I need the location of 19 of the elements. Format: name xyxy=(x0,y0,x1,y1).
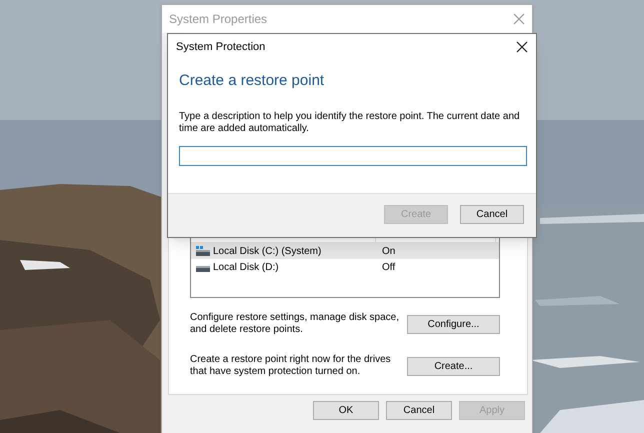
protection-status: Off xyxy=(381,260,396,274)
action-button[interactable]: Configure... xyxy=(407,314,500,334)
dialog-title: System Protection xyxy=(176,40,266,55)
description-field[interactable] xyxy=(179,146,527,166)
dialog-button[interactable]: Cancel xyxy=(386,401,452,420)
action-button[interactable]: Create... xyxy=(407,356,500,376)
dialog-button[interactable]: OK xyxy=(313,401,379,420)
dialog-button[interactable]: Cancel xyxy=(460,205,524,224)
action-description: Create a restore point right now for the drives that have system protection turned on. xyxy=(190,354,392,378)
protection-status: On xyxy=(381,244,396,258)
action-description: Configure restore settings, manage disk space, and delete restore points. xyxy=(190,312,400,336)
description: Type a description to help you identify the restore point. The current date and time are added automatically. xyxy=(179,110,521,134)
drive-name: Local Disk (D:) xyxy=(213,260,279,274)
dialog-heading: Create a restore point xyxy=(179,71,326,91)
drive-name: Local Disk (C:) (System) xyxy=(213,244,322,258)
drive-row[interactable]: Local Disk (C:) (System) On xyxy=(191,243,499,259)
system-drive-icon xyxy=(196,246,210,256)
close-icon[interactable] xyxy=(516,41,528,53)
window-title: System Properties xyxy=(169,11,268,28)
